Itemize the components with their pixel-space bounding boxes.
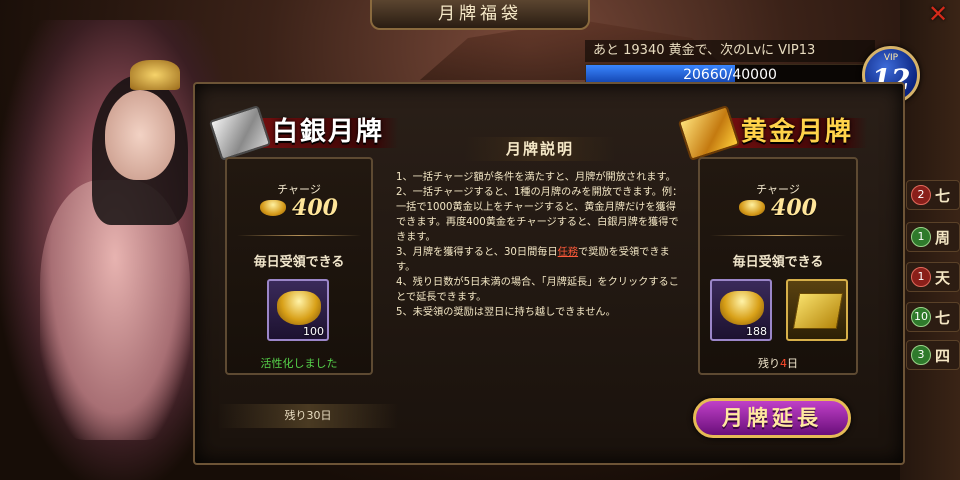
sidebar-item-badge: 2 <box>911 185 931 205</box>
extend-card-button[interactable]: 月牌延長 <box>693 398 851 438</box>
sidebar-event-item[interactable]: 1周 <box>906 222 960 252</box>
gold-card-banner: 黄金月牌 <box>677 104 873 162</box>
sidebar-event-item[interactable]: 3四 <box>906 340 960 370</box>
gold-daily-label: 毎日受領できる <box>732 255 824 270</box>
gold-reward-slot-ingot[interactable]: 188 <box>710 279 772 341</box>
character-face <box>105 90 175 180</box>
gold-remaining-days: 4 <box>780 357 787 370</box>
sidebar-item-badge: 3 <box>911 345 931 365</box>
divider <box>710 235 846 236</box>
gold-remaining-prefix: 残り <box>758 357 780 370</box>
silver-card-box: チャージ 400 毎日受領できる 100 活性化しました <box>225 157 373 375</box>
description-line-part: 3、月牌を獲得すると、30日間毎日 <box>396 247 558 258</box>
silver-card-icon <box>208 104 272 162</box>
sidebar-item-label: 七 <box>935 309 951 327</box>
gold-price: 400 <box>700 195 856 229</box>
silver-price-value: 400 <box>292 195 338 221</box>
sidebar-item-badge: 1 <box>911 227 931 247</box>
silver-card-title: 白銀月牌 <box>272 117 385 147</box>
gold-ingot-icon <box>277 291 321 325</box>
sidebar-item-label: 四 <box>935 347 951 365</box>
description-line: 4、残り日数が5日未満の場合、「月牌延長」をクリックすることで延長できます。 <box>396 277 679 303</box>
description-line: 5、未受領の奨励は翌日に持ち越しできません。 <box>396 307 616 318</box>
gold-card-icon <box>677 104 741 162</box>
gold-reward-count: 188 <box>746 325 767 338</box>
silver-remaining: 残り30日 <box>218 404 398 428</box>
gold-card-title: 黄金月牌 <box>741 117 854 147</box>
description-line: 3、月牌を獲得すると、30日間毎日任務で奨励を受領できます。 <box>396 245 684 275</box>
character-crown <box>130 60 180 90</box>
silver-daily-label: 毎日受領できる <box>253 255 345 270</box>
close-icon[interactable]: ✕ <box>925 2 951 28</box>
mission-link[interactable]: 任務 <box>558 247 578 258</box>
gold-ingot-icon <box>260 200 287 216</box>
vip-next-level-text: あと 19340 黄金で、次のLvに VIP13 <box>585 40 875 62</box>
silver-reward-slot[interactable]: 100 <box>267 279 329 341</box>
gold-remaining: 残り4日 <box>700 355 856 371</box>
silver-status: 活性化しました <box>260 357 338 370</box>
description-line: 1、一括チャージ額が条件を満たすと、月牌が開放されます。 <box>396 172 676 183</box>
sidebar-item-badge: 10 <box>911 307 931 327</box>
gold-price-value: 400 <box>771 195 817 221</box>
vip-badge-label: VIP <box>883 53 899 63</box>
gold-reward-slot-money[interactable] <box>786 279 848 341</box>
gold-ingot-icon <box>720 291 764 325</box>
sidebar-item-badge: 1 <box>911 267 931 287</box>
description-line: 2、一括チャージすると、1種の月牌のみを開放できます。例：一括で1000黄金以上… <box>396 187 683 243</box>
sidebar-event-item[interactable]: 10 七 <box>906 302 960 332</box>
description-text: 1、一括チャージ額が条件を満たすと、月牌が開放されます。 2、一括チャージすると… <box>392 160 688 360</box>
description-title: 月牌説明 <box>465 137 615 161</box>
sidebar-item-label: 天 <box>935 269 951 287</box>
silver-reward-count: 100 <box>303 325 324 338</box>
silver-card-banner: 白銀月牌 <box>208 104 404 162</box>
gold-ingot-icon <box>739 200 766 216</box>
sidebar-event-item[interactable]: 1天 <box>906 262 960 292</box>
gold-card-box: チャージ 400 毎日受領できる 188 残り4日 <box>698 157 858 375</box>
gold-remaining-suffix: 日 <box>787 357 798 370</box>
sidebar-event-item[interactable]: 2七 <box>906 180 960 210</box>
silver-price: 400 <box>227 195 371 229</box>
sidebar-item-label: 周 <box>935 229 951 247</box>
money-stack-icon <box>792 293 844 329</box>
window-title: 月牌福袋 <box>370 0 590 30</box>
sidebar-item-label: 七 <box>935 187 951 205</box>
divider <box>237 235 361 236</box>
